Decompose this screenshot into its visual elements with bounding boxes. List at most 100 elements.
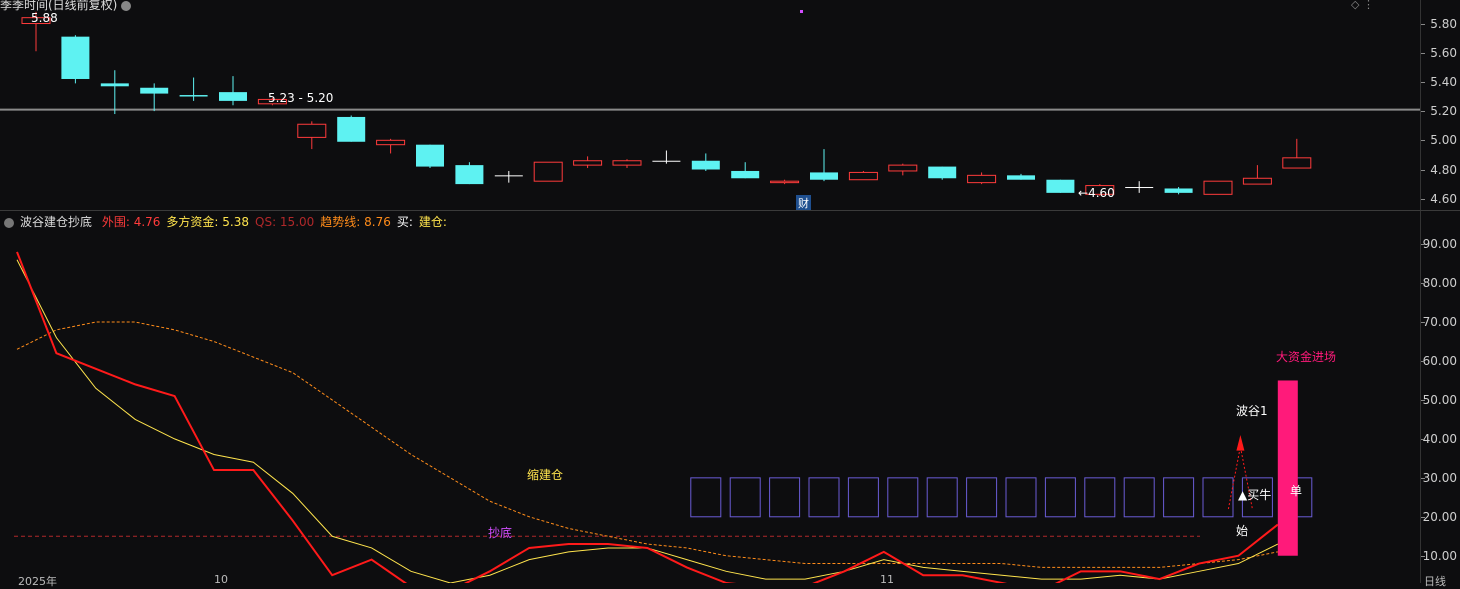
- price-tick-label: 4.60: [1430, 191, 1457, 206]
- start-label: 始: [1236, 524, 1249, 538]
- indicator-param: QS: 15.00: [255, 215, 315, 229]
- value-tick-mark: [1421, 516, 1425, 518]
- candle: [612, 159, 642, 169]
- candle: [928, 166, 957, 180]
- candle-body: [376, 139, 406, 146]
- candle: [731, 162, 760, 179]
- price-tick-mark: [1421, 111, 1425, 113]
- candle-body: [1007, 175, 1035, 180]
- candle-body: [770, 180, 800, 184]
- candle-body: [848, 171, 878, 181]
- candle-body: [494, 175, 523, 177]
- candle-body: [573, 160, 603, 166]
- candle-body: [416, 144, 444, 167]
- value-tick-label: 50.00: [1422, 392, 1457, 407]
- price-tick-mark: [1421, 169, 1425, 171]
- candle: [1242, 165, 1272, 185]
- candle: [416, 144, 444, 169]
- price-tick-label: 5.40: [1430, 74, 1457, 89]
- signal-box: [926, 477, 958, 518]
- signal-box: [1123, 477, 1155, 518]
- candle: [1046, 179, 1075, 193]
- signal-box: [1163, 477, 1195, 518]
- candle: [533, 161, 563, 182]
- candle-body: [612, 160, 642, 166]
- x-label-oct: 10: [214, 573, 228, 586]
- buy-signal-label: ▲买牛: [1238, 488, 1272, 502]
- x-label-year: 2025年: [18, 575, 57, 588]
- value-tick-label: 30.00: [1422, 470, 1457, 485]
- candle: [1203, 180, 1233, 195]
- value-tick-mark: [1421, 322, 1425, 324]
- value-tick-mark: [1421, 361, 1425, 362]
- wave-valley-arrow: [1236, 435, 1245, 451]
- price-tick-mark: [1421, 81, 1425, 83]
- candle: [967, 172, 997, 185]
- price-tick-mark: [1421, 140, 1425, 142]
- candle-body: [652, 160, 681, 162]
- indicator-value-axis: 90.00 80.00 70.00 60.00 50.00 40.00 30.00 20.00…: [1420, 211, 1460, 583]
- candle: [494, 170, 523, 183]
- price-tick-label: 5.80: [1430, 16, 1457, 31]
- candle: [1164, 187, 1193, 195]
- signal-box: [1044, 477, 1076, 518]
- candle-body: [337, 116, 366, 142]
- long-funds-line: [16, 259, 1279, 583]
- indicator-header: 波谷建仓抄底 外围: 4.76 多方资金: 5.38 QS: 15.00 趋势线: 8…: [4, 213, 459, 230]
- candle: [1125, 181, 1154, 193]
- value-tick-mark: [1421, 438, 1425, 440]
- candle-body: [140, 87, 169, 94]
- signal-box: [887, 477, 919, 518]
- candle-body: [967, 174, 997, 184]
- signal-box: [966, 477, 998, 518]
- candle: [1007, 173, 1035, 180]
- indicator-param: 建仓:: [418, 215, 447, 229]
- side-label: 单: [1290, 484, 1303, 498]
- price-tick-mark: [1421, 23, 1425, 25]
- signal-box: [729, 477, 761, 518]
- candle: [61, 35, 90, 84]
- price-tick-mark: [1421, 52, 1425, 54]
- value-tick-label: 80.00: [1422, 276, 1457, 291]
- candle-body: [100, 83, 129, 87]
- candle-body: [1242, 177, 1272, 185]
- price-tick-label: 5.00: [1430, 133, 1457, 148]
- value-tick-mark: [1421, 477, 1425, 479]
- indicator-panel[interactable]: 波谷建仓抄底 外围: 4.76 多方资金: 5.38 QS: 15.00 趋势线: 8…: [0, 211, 1420, 583]
- candle-body: [888, 164, 918, 172]
- indicator-param: 买:: [396, 215, 413, 229]
- indicator-param: 外围: 4.76: [101, 215, 161, 229]
- candle: [652, 150, 681, 164]
- signal-box: [808, 477, 840, 518]
- finance-marker[interactable]: 财: [796, 195, 811, 211]
- low-price-label: ←4.60: [1078, 186, 1115, 200]
- candle: [297, 121, 327, 150]
- signal-box: [690, 477, 722, 518]
- kline-panel[interactable]: 季季时间(日线前复权) ◇ ⋮ 5.88 5.23 - 5.20 ←4.60 财: [0, 0, 1420, 211]
- value-tick-label: 60.00: [1422, 354, 1457, 368]
- candle-body: [810, 172, 838, 180]
- value-tick-mark: [1421, 244, 1425, 246]
- kline-price-axis: 5.80 5.60 5.40 5.20 5.00 4.80 4.60: [1420, 0, 1460, 210]
- indicator-params: 外围: 4.76 多方资金: 5.38 QS: 15.00 趋势线: 8.76 买: 建仓…: [102, 215, 453, 229]
- outer-line: [16, 251, 1279, 583]
- kline-chart[interactable]: [0, 0, 1420, 210]
- candle: [219, 76, 247, 106]
- period-label[interactable]: 日线: [1424, 573, 1446, 589]
- value-tick-mark: [1421, 555, 1425, 557]
- indicator-param: 多方资金: 5.38: [166, 215, 249, 229]
- signal-box: [847, 477, 879, 518]
- settings-dot-icon[interactable]: [4, 217, 14, 228]
- candle: [573, 156, 603, 169]
- signal-box: [769, 477, 801, 518]
- value-tick-label: 20.00: [1422, 509, 1457, 524]
- candle-body: [219, 92, 247, 101]
- price-tick-label: 4.80: [1430, 162, 1457, 177]
- candle-body: [533, 161, 563, 182]
- wave-valley-label: 波谷1: [1236, 404, 1268, 418]
- candle-body: [1125, 187, 1154, 189]
- indicator-chart[interactable]: [0, 211, 1420, 583]
- candle-body: [455, 165, 484, 185]
- candle-body: [731, 170, 760, 179]
- price-tick-label: 5.20: [1430, 104, 1457, 119]
